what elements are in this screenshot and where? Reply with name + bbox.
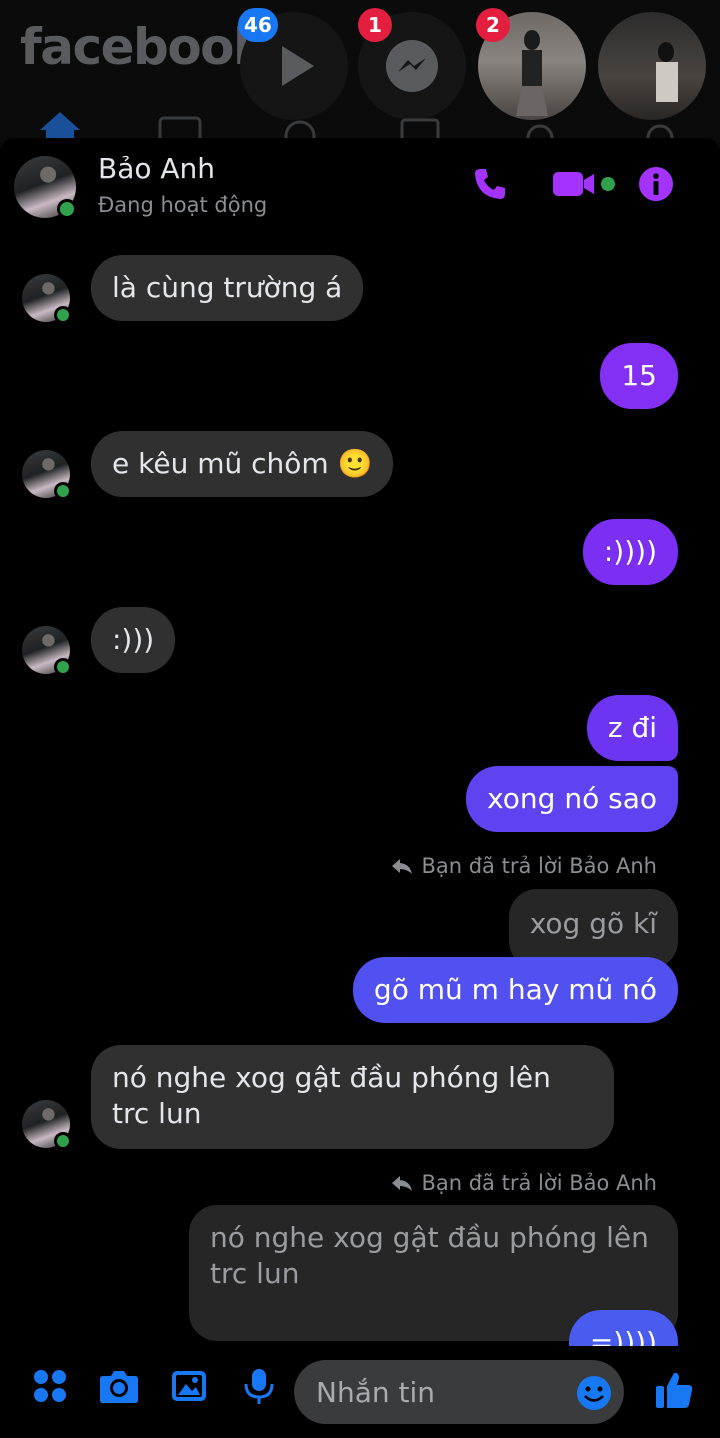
outgoing-message[interactable]: z đi <box>586 695 678 761</box>
video-call-icon[interactable] <box>552 166 616 202</box>
outgoing-message[interactable]: gõ mũ m hay mũ nó <box>352 957 678 1023</box>
online-indicator <box>54 482 72 500</box>
reply-arrow-icon <box>392 859 413 874</box>
person-photo-icon <box>656 42 678 102</box>
composer-bar <box>0 1346 720 1438</box>
incoming-message[interactable]: :))) <box>91 607 176 673</box>
contact-status: Đang hoạt động <box>98 193 268 217</box>
facebook-logo: facebook <box>20 18 266 76</box>
reply-note: Bạn đã trả lời Bảo Anh <box>391 854 657 878</box>
outgoing-message[interactable]: 15 <box>600 343 678 409</box>
reply-note: Bạn đã trả lời Bảo Anh <box>391 1171 657 1195</box>
outgoing-message[interactable]: :)))) <box>582 519 678 585</box>
camera-icon[interactable] <box>99 1368 139 1404</box>
more-actions-icon[interactable] <box>32 1368 68 1404</box>
reply-arrow-icon <box>392 1176 413 1191</box>
message-input[interactable] <box>294 1360 624 1424</box>
outgoing-message[interactable]: xong nó sao <box>466 766 678 832</box>
chat-header: Bảo Anh Đang hoạt động <box>0 138 720 228</box>
incoming-message[interactable]: e kêu mũ chôm 🙂 <box>91 431 394 497</box>
messenger-count-badge: 1 <box>358 8 392 42</box>
online-indicator <box>54 658 72 676</box>
microphone-icon[interactable] <box>243 1368 275 1406</box>
info-icon[interactable] <box>638 166 674 202</box>
reply-note-text: Bạn đã trả lời Bảo Anh <box>421 1171 657 1195</box>
incoming-message[interactable]: nó nghe xog gật đầu phóng lên trc lun <box>91 1045 614 1149</box>
emoji-icon[interactable] <box>576 1375 612 1411</box>
background-facebook-app: facebook 46 1 2 <box>0 0 720 152</box>
chat-sheet: Bảo Anh Đang hoạt động là cùng trường á … <box>0 138 720 1438</box>
incoming-message[interactable]: là cùng trường á <box>91 255 364 321</box>
story-count-badge: 2 <box>476 8 510 42</box>
phone-call-icon[interactable] <box>472 166 508 202</box>
online-indicator <box>57 199 77 219</box>
online-indicator <box>54 306 72 324</box>
like-thumb-icon[interactable] <box>654 1370 694 1410</box>
watch-count-badge: 46 <box>238 8 278 42</box>
contact-name[interactable]: Bảo Anh <box>98 152 215 185</box>
online-indicator <box>54 1132 72 1150</box>
photo-gallery-icon[interactable] <box>171 1368 207 1404</box>
story-bubble-2[interactable] <box>598 12 706 120</box>
reply-note-text: Bạn đã trả lời Bảo Anh <box>421 854 657 878</box>
